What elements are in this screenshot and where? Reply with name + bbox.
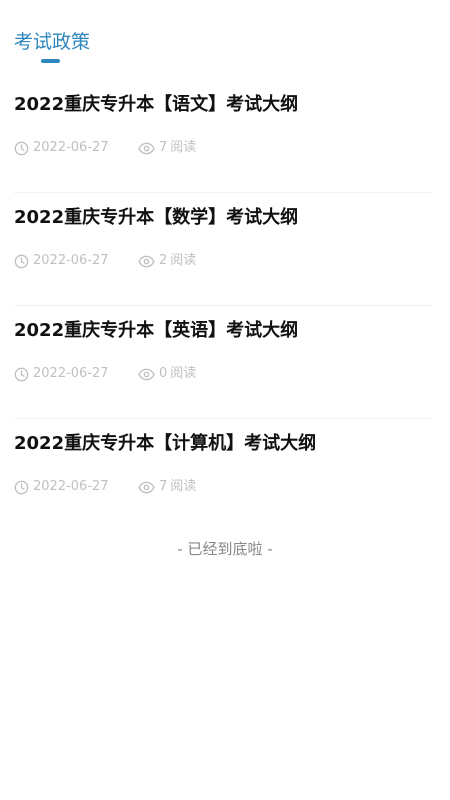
article-title[interactable]: 2022重庆专升本【英语】考试大纲 — [14, 318, 298, 344]
views-count: 7 — [159, 140, 168, 155]
views-suffix: 阅读 — [170, 140, 197, 155]
article-item[interactable]: 2022重庆专升本【英语】考试大纲 2022-06-27 0 阅读 — [14, 306, 432, 419]
eye-icon — [138, 368, 155, 381]
category-tabbar: 考试政策 — [14, 28, 90, 68]
article-title[interactable]: 2022重庆专升本【语文】考试大纲 — [14, 92, 298, 118]
date-text: 2022-06-27 — [33, 479, 109, 494]
article-item[interactable]: 2022重庆专升本【语文】考试大纲 2022-06-27 7 阅读 — [14, 80, 432, 193]
tab-exam-policy[interactable]: 考试政策 — [14, 28, 91, 63]
views-count: 7 — [159, 479, 168, 494]
article-date: 2022-06-27 — [14, 365, 109, 383]
clock-icon — [14, 254, 29, 269]
article-item[interactable]: 2022重庆专升本【数学】考试大纲 2022-06-27 2 阅读 — [14, 193, 432, 306]
views-suffix: 阅读 — [170, 479, 197, 494]
eye-icon — [138, 481, 155, 494]
article-item[interactable]: 2022重庆专升本【计算机】考试大纲 2022-06-27 7 阅读 — [14, 419, 432, 532]
article-title[interactable]: 2022重庆专升本【数学】考试大纲 — [14, 205, 298, 231]
tab-label: 考试政策 — [14, 31, 91, 53]
article-date: 2022-06-27 — [14, 478, 109, 496]
article-views: 7 阅读 — [138, 139, 196, 157]
views-suffix: 阅读 — [170, 366, 197, 381]
date-text: 2022-06-27 — [33, 366, 109, 381]
article-title[interactable]: 2022重庆专升本【计算机】考试大纲 — [14, 431, 316, 457]
eye-icon — [138, 142, 155, 155]
clock-icon — [14, 367, 29, 382]
clock-icon — [14, 480, 29, 495]
date-text: 2022-06-27 — [33, 253, 109, 268]
clock-icon — [14, 141, 29, 156]
views-count: 0 — [159, 366, 168, 381]
views-count: 2 — [159, 253, 168, 268]
date-text: 2022-06-27 — [33, 140, 109, 155]
article-list: 2022重庆专升本【语文】考试大纲 2022-06-27 7 阅读 2022重庆… — [14, 80, 432, 532]
end-of-list-note: - 已经到底啦 - — [177, 540, 273, 558]
article-date: 2022-06-27 — [14, 139, 109, 157]
article-views: 0 阅读 — [138, 365, 196, 383]
tab-active-indicator — [41, 59, 60, 63]
article-views: 7 阅读 — [138, 478, 196, 496]
article-date: 2022-06-27 — [14, 252, 109, 270]
eye-icon — [138, 255, 155, 268]
views-suffix: 阅读 — [170, 253, 197, 268]
article-views: 2 阅读 — [138, 252, 196, 270]
